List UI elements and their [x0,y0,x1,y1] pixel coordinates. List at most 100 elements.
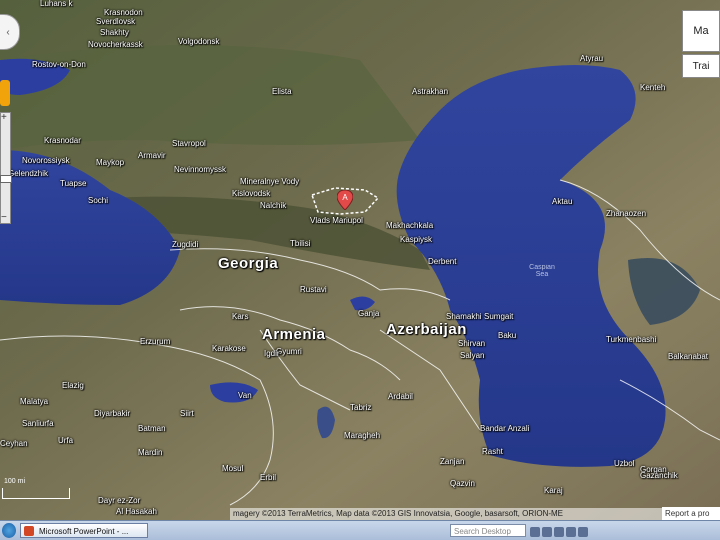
city-label: Maragheh [344,431,381,440]
city-label: Astrakhan [412,87,449,96]
city-label: Novocherkassk [88,40,143,49]
terrain-type-button[interactable]: Trai [682,54,720,78]
city-label: Makhachkala [386,221,434,230]
city-label: Zhanaozen [606,209,647,218]
city-label: Krasnodon [104,8,143,17]
city-label: Mineralnye Vody [240,177,300,186]
city-label: Kars [232,312,249,321]
map-type-button[interactable]: Ma [682,10,720,52]
country-label-armenia: Armenia [262,326,326,343]
city-label: Urfa [58,436,74,445]
city-label: Shakhty [100,28,129,37]
desktop-search-input[interactable]: Search Desktop [450,524,526,537]
sea-label-caspian: Caspian Sea [529,264,555,278]
city-label: Krasnodar [44,136,81,145]
location-marker[interactable]: A [337,190,353,210]
city-label: Tbilisi [290,239,311,248]
city-label: Ardabil [388,392,413,401]
terrain-layer [0,0,720,520]
city-label: Mardin [138,448,163,457]
city-label: Maykop [96,158,125,167]
city-label: Ganja [358,309,380,318]
zoom-in-button[interactable]: + [1,113,7,123]
city-label: Rostov-on-Don [32,60,86,69]
city-label: Luhans k [40,0,73,8]
city-label: Atyrau [580,54,604,63]
tray-icon[interactable] [542,527,552,537]
country-label-georgia: Georgia [218,255,279,272]
city-label: Nalchik [260,201,287,210]
city-label: Gelendzhik [8,169,49,178]
city-label: Mosul [222,464,244,473]
city-label: Shamakhi [446,312,482,321]
city-label: Malatya [20,397,49,406]
city-label: Al Hasakah [116,507,157,516]
city-label: Dayr ez-Zor [98,496,141,505]
city-label: Shirvan [458,339,486,348]
scale-label: 100 mi [4,478,26,485]
city-label: Elista [272,87,292,96]
system-tray [530,524,720,538]
city-label: Rasht [482,447,503,456]
city-label: Armavir [138,151,166,160]
city-label: Vlads Mariupol [310,216,363,225]
city-label: Salyan [460,351,485,360]
zoom-knob[interactable] [0,175,12,183]
tray-icon[interactable] [530,527,540,537]
city-label: Zanjan [440,457,465,466]
city-label: Erbil [260,473,277,482]
city-label: Karakose [212,344,246,353]
tray-icon[interactable] [566,527,576,537]
city-label: Balkanabat [668,352,709,361]
city-label: Rustavi [300,285,327,294]
city-label: Igdir [264,349,280,358]
zoom-slider[interactable]: + − [0,112,12,224]
satellite-map[interactable]: A Luhans k Krasnodon Sverdlovsk Shakhty Novo… [0,0,720,520]
city-label: Derbent [428,257,457,266]
city-label: Kislovodsk [232,189,271,198]
start-button[interactable] [2,523,16,538]
city-label: Elazig [62,381,84,390]
city-label: Stavropol [172,139,206,148]
city-label: Aktau [552,197,573,206]
city-label: Erzurum [140,337,171,346]
scale-bar: 100 mi [2,478,70,499]
taskbar: Microsoft PowerPoint - ... Search Deskto… [0,520,720,540]
city-label: Diyarbakir [94,409,131,418]
city-label: Tuapse [60,179,87,188]
taskbar-app-powerpoint[interactable]: Microsoft PowerPoint - ... [20,523,148,538]
city-label: Zugdidi [172,240,199,249]
city-label: Sochi [88,196,109,205]
city-label: Baku [498,331,517,340]
city-label: Ceyhan [0,439,28,448]
city-label: Nevinnomyssk [174,165,227,174]
city-label: Sverdlovsk [96,17,136,26]
street-view-pegman-icon[interactable] [0,80,10,106]
city-label: Kenteh [640,83,666,92]
city-label: Bandar Anzali [480,424,530,433]
city-label: Tabriz [350,403,372,412]
city-label: Van [238,391,252,400]
chevron-left-icon[interactable]: ‹ [6,27,9,38]
city-label: Batman [138,424,166,433]
city-label: Siirt [180,409,194,418]
city-label: Kaspiysk [400,235,433,244]
city-label: Volgodonsk [178,37,220,46]
marker-label: A [342,193,348,202]
zoom-out-button[interactable]: − [1,213,7,223]
city-label: Sanliurfa [22,419,54,428]
tray-icon[interactable] [554,527,564,537]
tray-icon[interactable] [578,527,588,537]
city-label: Novorossiysk [22,156,70,165]
taskbar-app-label: Microsoft PowerPoint - ... [39,527,129,536]
city-label: Turkmenbashi [606,335,657,344]
map-attribution: magery ©2013 TerraMetrics, Map data ©201… [230,508,663,520]
powerpoint-icon [24,526,34,536]
country-label-azerbaijan: Azerbaijan [386,321,467,338]
report-problem-link[interactable]: Report a pro [662,507,720,520]
city-label: Qazvin [450,479,475,488]
city-label: Sumgait [484,312,514,321]
city-label: Uzbol [614,459,635,468]
city-label: Karaj [544,486,563,495]
city-label: Gazanchik [640,471,678,480]
